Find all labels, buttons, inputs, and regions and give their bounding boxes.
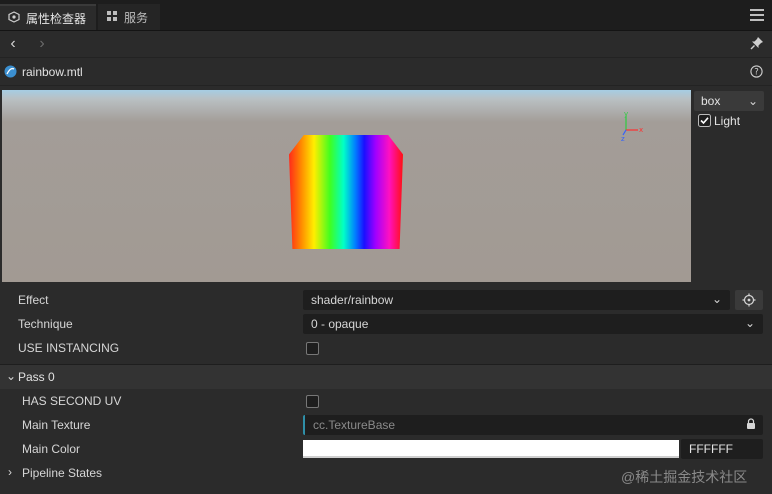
tab-bar: 属性检查器 服务 [0, 0, 772, 31]
main-color-swatch[interactable] [303, 440, 679, 458]
technique-value: 0 - opaque [311, 317, 369, 331]
use-instancing-label: USE INSTANCING [18, 341, 120, 355]
main-texture-field[interactable]: cc.TextureBase [303, 415, 763, 435]
chevron-down-icon: ⌄ [6, 369, 17, 383]
menu-icon[interactable] [750, 9, 764, 21]
locate-button[interactable] [735, 290, 763, 310]
use-instancing-row: USE INSTANCING [0, 336, 772, 360]
svg-text:?: ? [754, 68, 759, 78]
main-texture-placeholder: cc.TextureBase [313, 418, 396, 432]
main-texture-row: Main Texture cc.TextureBase [0, 413, 772, 437]
chevron-down-icon: ⌄ [744, 316, 755, 330]
pass-section-header[interactable]: ⌄ Pass 0 [0, 364, 772, 389]
tab-services-label: 服务 [124, 10, 149, 25]
help-icon[interactable]: ? [750, 65, 763, 81]
main-texture-label: Main Texture [22, 418, 91, 432]
technique-select[interactable]: 0 - opaque ⌄ [303, 314, 763, 334]
effect-select[interactable]: shader/rainbow ⌄ [303, 290, 730, 310]
main-color-label: Main Color [22, 442, 81, 456]
watermark: @稀土掘金技术社区 [621, 469, 748, 485]
mesh-select[interactable]: box ⌄ [694, 91, 764, 111]
mesh-select-value: box [701, 94, 721, 108]
preview-model [289, 135, 403, 249]
gizmo-z-label: z [621, 135, 625, 143]
back-arrow-icon[interactable]: ‹ [4, 35, 22, 53]
grid-icon [106, 10, 118, 25]
light-label: Light [714, 114, 741, 128]
gizmo-x-label: x [639, 126, 643, 134]
gizmo-y-label: y [624, 110, 628, 118]
light-checkbox[interactable] [698, 114, 711, 130]
has-second-uv-checkbox[interactable] [306, 395, 319, 408]
material-icon [4, 65, 17, 81]
lock-icon[interactable] [745, 418, 757, 433]
main-color-hex: FFFFFF [689, 442, 733, 456]
main-color-row: Main Color FFFFFF [0, 437, 772, 461]
effect-label: Effect [18, 293, 49, 307]
asset-header: rainbow.mtl ? [0, 58, 772, 86]
tab-inspector-label: 属性检查器 [26, 11, 87, 26]
use-instancing-checkbox[interactable] [306, 342, 319, 355]
effect-row: Effect shader/rainbow ⌄ [0, 288, 772, 312]
pin-icon[interactable] [750, 36, 764, 53]
locate-icon [742, 293, 756, 307]
chevron-right-icon: › [8, 465, 12, 479]
has-second-uv-label: HAS SECOND UV [22, 394, 122, 408]
asset-name: rainbow.mtl [22, 65, 83, 79]
tab-inspector[interactable]: 属性检查器 [0, 4, 96, 30]
preview-options: box ⌄ Light [692, 90, 772, 282]
navigation-bar: ‹ › [0, 31, 772, 58]
has-second-uv-row: HAS SECOND UV [0, 389, 772, 413]
chevron-down-icon: ⌄ [711, 292, 722, 306]
main-color-hex-input[interactable]: FFFFFF [681, 439, 763, 459]
forward-arrow-icon[interactable]: › [33, 35, 51, 53]
pipeline-states-label: Pipeline States [22, 466, 103, 480]
technique-label: Technique [18, 317, 73, 331]
tab-services[interactable]: 服务 [98, 4, 160, 30]
cube-settings-icon [8, 10, 20, 26]
axis-gizmo: y x z [618, 110, 648, 147]
material-preview-viewport[interactable]: y x z [2, 90, 691, 282]
technique-row: Technique 0 - opaque ⌄ [0, 312, 772, 336]
effect-value: shader/rainbow [311, 293, 394, 307]
chevron-down-icon: ⌄ [747, 94, 758, 108]
pass-title: Pass 0 [18, 370, 55, 384]
